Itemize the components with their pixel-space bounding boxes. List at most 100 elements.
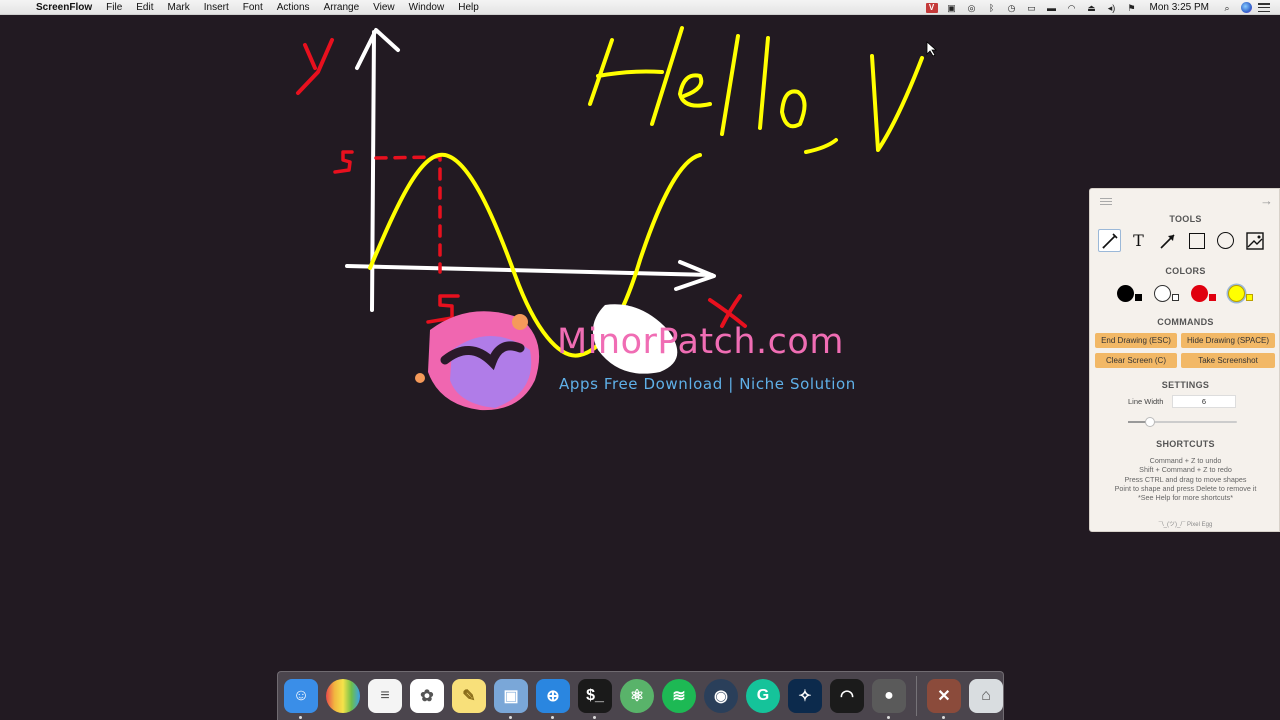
ink-x-axis [345,260,716,291]
tools-row: T [1098,229,1266,252]
bluetooth-icon[interactable]: ᛒ [986,3,998,13]
shortcut-line: Press CTRL and drag to move shapes [1124,474,1247,484]
mouse-cursor [926,41,938,57]
menu-clock[interactable]: Mon 3:25 PM [1142,2,1217,13]
line-width-field[interactable]: 6 [1172,395,1236,408]
clear-screen-button[interactable]: Clear Screen (C) [1095,353,1177,368]
text-tool-icon[interactable]: T [1127,229,1150,252]
search-icon[interactable]: ⌕ [1221,3,1233,13]
end-drawing-button[interactable]: End Drawing (ESC) [1095,333,1177,348]
ink-dashed-guide [374,155,442,274]
dock-spotify-glyph: ≋ [672,688,686,705]
dock-screenflow-glyph: ✕ [937,688,951,705]
flag-icon[interactable]: ⚑ [1126,3,1138,13]
dock-preview-glyph: ▣ [503,688,519,705]
menu-help[interactable]: Help [451,0,486,15]
dock-photos-icon[interactable]: ✿ [410,679,444,713]
colors-row [1117,285,1254,303]
color-red-swatch[interactable] [1191,285,1217,303]
line-width-slider[interactable] [1128,417,1237,427]
record-icon[interactable]: ◎ [966,3,978,13]
notification-list-icon[interactable] [1258,3,1270,12]
menu-edit[interactable]: Edit [129,0,160,15]
menu-actions[interactable]: Actions [270,0,317,15]
rectangle-tool-icon[interactable] [1185,229,1208,252]
ink-hello-text [588,26,924,154]
shortcuts-title: SHORTCUTS [1156,439,1215,449]
ink-y-label [296,38,334,95]
dock-spotify-icon[interactable]: ≋ [662,679,696,713]
color-yellow-swatch[interactable] [1228,285,1254,303]
siri-icon[interactable] [1241,2,1252,13]
dock-terminal-icon[interactable]: $_ [578,679,612,719]
arrow-tool-icon[interactable] [1156,229,1179,252]
watermark-subtitle: Apps Free Download | Niche Solution [559,375,856,393]
dock-finder-icon[interactable]: ☺ [284,679,318,719]
menu-bar: ScreenFlow File Edit Mark Insert Font Ac… [0,0,1280,15]
battery-icon[interactable]: ▬ [1046,3,1058,13]
dock-grammarly-icon[interactable]: G [746,679,780,713]
menu-arrange[interactable]: Arrange [317,0,367,15]
watermark-title: MinorPatch.com [557,322,844,362]
dock-trash-icon[interactable]: ⌂ [969,679,1003,713]
dock-atom-glyph: ⚛ [629,688,645,705]
dock-safari-glyph: ⊕ [546,688,560,705]
dock-steam-glyph: ◉ [714,688,728,705]
menu-window[interactable]: Window [402,0,452,15]
dock-safari-icon[interactable]: ⊕ [536,679,570,719]
dock-separator [916,676,917,716]
dock-atom-icon[interactable]: ⚛ [620,679,654,713]
commands-title: COMMANDS [1157,317,1214,327]
dock-photo-booth-icon[interactable]: ● [872,679,906,719]
dock-steam-icon[interactable]: ◉ [704,679,738,713]
settings-title: SETTINGS [1161,380,1210,390]
dock-running-indicator [887,716,890,719]
image-tool-icon[interactable] [1243,229,1266,252]
dock-terminal-glyph: $_ [586,687,604,704]
eject-icon[interactable]: ⏏ [1086,3,1098,13]
ellipse-tool-icon[interactable] [1214,229,1237,252]
take-screenshot-button[interactable]: Take Screenshot [1181,353,1275,368]
pencil-tool-icon[interactable] [1098,229,1121,252]
dock-screenflow-icon[interactable]: ✕ [927,679,961,719]
dock-notes-icon[interactable]: ✎ [452,679,486,713]
screenflow-icon[interactable]: ▣ [946,3,958,13]
dock: ☺ ≡ ✿ ✎ ▣ ⊕ $_ ⚛ ≋ ◉ G ✧ ◠ ● ✕ ⌂ [277,671,1004,720]
dock-finder-glyph: ☺ [292,687,310,704]
menu-file[interactable]: File [99,0,129,15]
dock-instruments-icon[interactable]: ◠ [830,679,864,713]
status-area: V ▣ ◎ ᛒ ◷ ▭ ▬ ◠ ⏏ ◂) ⚑ Mon 3:25 PM ⌕ [922,0,1280,15]
time-machine-icon[interactable]: ◷ [1006,3,1018,13]
airplay-icon[interactable]: ▭ [1026,3,1038,13]
dock-colorsync-icon[interactable] [326,679,360,713]
hide-drawing-button[interactable]: Hide Drawing (SPACE) [1181,333,1275,348]
ink-label-5-top [333,150,354,174]
vivaldi-icon[interactable]: V [925,2,938,13]
menu-font[interactable]: Font [236,0,270,15]
line-width-slider-thumb[interactable] [1144,417,1155,427]
dock-grammarly-glyph: G [756,687,770,704]
dock-running-indicator [551,716,554,719]
panel-menu-icon[interactable] [1100,198,1112,205]
menu-view[interactable]: View [366,0,402,15]
color-white-swatch[interactable] [1154,285,1180,303]
dock-running-indicator [942,716,945,719]
wifi-icon[interactable]: ◠ [1066,3,1078,13]
menu-mark[interactable]: Mark [161,0,197,15]
line-width-label: Line Width [1128,397,1164,406]
dock-reminders-icon[interactable]: ≡ [368,679,402,713]
drawing-tools-panel: → TOOLS T COLORS COMMANDS End Drawing (E… [1089,188,1280,532]
dock-photo-booth-glyph: ● [884,687,894,704]
app-menu[interactable]: ScreenFlow [36,0,99,15]
volume-icon[interactable]: ◂) [1106,3,1118,13]
color-black-swatch[interactable] [1117,285,1143,303]
shortcut-line: Point to shape and press Delete to remov… [1114,483,1257,493]
dock-preview-icon[interactable]: ▣ [494,679,528,719]
collapse-arrow-icon[interactable]: → [1260,193,1273,208]
dock-xcode-icon[interactable]: ✧ [788,679,822,713]
shortcut-line: Shift + Command + Z to redo [1139,465,1232,475]
shortcut-line: Command + Z to undo [1149,456,1222,465]
dock-reminders-glyph: ≡ [380,687,390,704]
pixel-egg-credit: ¯\_(ツ)_/¯ Pixel Egg [1158,522,1213,528]
menu-insert[interactable]: Insert [197,0,236,15]
